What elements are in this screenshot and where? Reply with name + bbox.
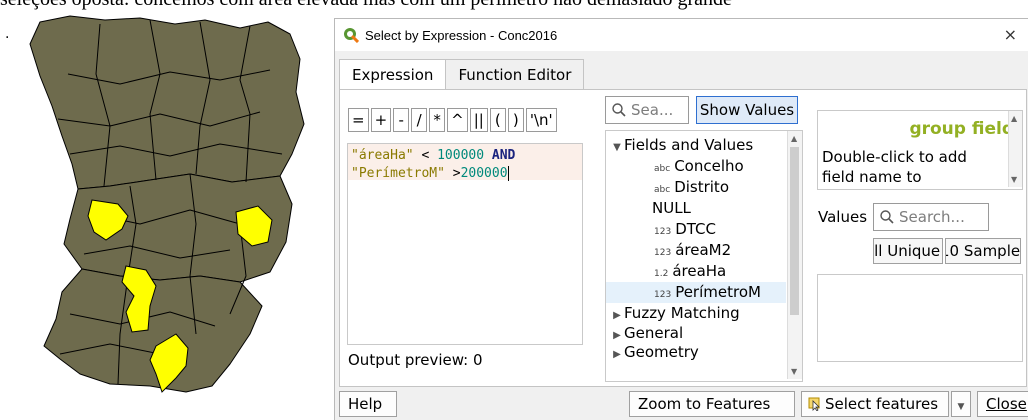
select-features-icon	[808, 397, 820, 412]
map-region-north	[29, 15, 305, 190]
help-button[interactable]: Help	[339, 391, 397, 417]
tree-group-label: General	[624, 324, 684, 342]
select-features-label: Select features	[825, 395, 939, 413]
tree-item-null[interactable]: NULL	[652, 198, 691, 219]
select-features-button[interactable]: Select features	[801, 391, 949, 417]
tree-group-geometry[interactable]: ▶ Geometry	[610, 342, 699, 363]
tree-scrollbar[interactable]: ▲ ▼	[787, 131, 802, 379]
function-search-input[interactable]: Sea...	[605, 96, 689, 124]
expression-pane: = + - / * ^ || ( ) '\n' "áreaHa" < 10000…	[339, 89, 1027, 387]
operator-toolbar: = + - / * ^ || ( ) '\n'	[348, 108, 557, 132]
tree-group-fields-and-values[interactable]: ▼ Fields and Values	[610, 135, 753, 156]
equals-operator-button[interactable]: =	[348, 108, 369, 132]
close-button[interactable]: Close	[977, 391, 1028, 417]
tab-bar: Expression Function Editor	[339, 59, 585, 92]
background-caption: seleções oposta: concelhos com área elev…	[0, 0, 1028, 11]
zoom-to-features-button[interactable]: Zoom to Features	[629, 391, 795, 417]
collapsed-arrow-icon: ▶	[613, 349, 621, 360]
values-search-input[interactable]: Search...	[873, 203, 989, 231]
values-label: Values	[818, 208, 868, 226]
search-icon	[612, 103, 626, 117]
expr-number-2: 200000	[460, 166, 508, 181]
tab-function-editor[interactable]: Function Editor	[445, 59, 585, 91]
plus-operator-button[interactable]: +	[370, 108, 392, 132]
concat-operator-button[interactable]: ||	[469, 108, 488, 132]
scroll-down-icon[interactable]: ▼	[1011, 175, 1017, 184]
tab-expression[interactable]: Expression	[339, 59, 447, 92]
expression-editor[interactable]: "áreaHa" < 100000 AND "PerímetroM" >2000…	[347, 143, 583, 345]
values-search-placeholder: Search...	[899, 208, 965, 226]
select-by-expression-dialog: Select by Expression - Conc2016 × Expres…	[334, 18, 1028, 420]
sample-label: 10 Sample	[945, 242, 1021, 260]
tree-field-perimetrom[interactable]: 123 PerímetroM	[606, 282, 786, 303]
tree-field-dtcc[interactable]: 123 DTCC	[654, 219, 716, 240]
help-panel: group field Double-click to add field nam…	[817, 110, 1023, 190]
chevron-down-icon: ▼	[957, 402, 965, 412]
tree-field-areaha[interactable]: 1.2 áreaHa	[654, 261, 726, 282]
title-bar: Select by Expression - Conc2016	[335, 19, 1028, 51]
scroll-down-icon[interactable]: ▼	[791, 367, 797, 376]
tree-field-label: áreaM2	[675, 241, 732, 259]
all-unique-label: All Unique	[874, 242, 941, 260]
help-text: Double-click to add field name to	[822, 147, 967, 187]
search-icon	[880, 210, 894, 224]
expr-op-greater: >	[444, 166, 461, 181]
tree-group-general[interactable]: ▶ General	[610, 323, 683, 344]
minus-operator-button[interactable]: -	[393, 108, 410, 132]
expr-op-less: <	[413, 148, 438, 163]
function-search-placeholder: Sea...	[631, 101, 674, 119]
tree-field-label: áreaHa	[672, 262, 727, 280]
divide-operator-button[interactable]: /	[411, 108, 428, 132]
help-text-line: field name to	[822, 168, 922, 186]
tree-field-label: DTCC	[675, 220, 716, 238]
map-marker: .	[5, 26, 10, 42]
tree-field-distrito[interactable]: abc Distrito	[654, 177, 729, 198]
select-features-dropdown[interactable]: ▼	[951, 391, 971, 417]
help-title: group field	[909, 119, 1014, 139]
multiply-operator-button[interactable]: *	[429, 108, 446, 132]
all-unique-button[interactable]: All Unique	[873, 238, 943, 264]
tree-group-fuzzy-matching[interactable]: ▶ Fuzzy Matching	[610, 303, 740, 324]
tree-field-concelho[interactable]: abc Concelho	[654, 156, 744, 177]
help-scrollbar[interactable]: ▲ ▼	[1008, 111, 1022, 187]
expr-number-1: 100000	[437, 148, 485, 163]
sample-button[interactable]: 10 Sample	[945, 238, 1021, 264]
scrollbar-thumb[interactable]	[790, 147, 799, 315]
tree-group-label: Fuzzy Matching	[624, 304, 740, 322]
expression-code: "áreaHa" < 100000 AND "PerímetroM" >2000…	[351, 147, 515, 183]
close-paren-button[interactable]: )	[507, 108, 524, 132]
scroll-up-icon[interactable]: ▲	[1011, 114, 1017, 123]
map-regions	[29, 15, 305, 393]
expr-field-perimetrom: "PerímetroM"	[351, 166, 445, 181]
output-preview: Output preview: 0	[348, 351, 483, 369]
tree-field-label: NULL	[652, 199, 691, 217]
window-title: Select by Expression - Conc2016	[365, 27, 558, 43]
tree-field-label: Distrito	[674, 178, 729, 196]
tree-field-label: Concelho	[674, 157, 744, 175]
open-paren-button[interactable]: (	[489, 108, 506, 132]
tree-field-label: PerímetroM	[675, 283, 761, 301]
tree-field-aream2[interactable]: 123 áreaM2	[654, 240, 731, 261]
values-list[interactable]	[817, 274, 1023, 362]
tree-group-label: Geometry	[624, 343, 699, 361]
tree-group-label: Fields and Values	[624, 136, 754, 154]
expr-field-areaha: "áreaHa"	[351, 148, 414, 163]
help-text-line: Double-click to add	[822, 148, 967, 166]
expanded-arrow-icon: ▼	[613, 142, 621, 153]
text-cursor	[507, 166, 509, 181]
show-values-button[interactable]: Show Values	[696, 96, 798, 124]
newline-operator-button[interactable]: '\n'	[525, 108, 557, 132]
municipality-map	[29, 15, 305, 393]
scroll-up-icon[interactable]: ▲	[791, 134, 797, 143]
qgis-logo-icon	[344, 28, 359, 43]
function-tree[interactable]: ▼ Fields and Values abc Concelho abc Distri…	[605, 130, 803, 382]
close-icon[interactable]: ×	[1004, 25, 1017, 44]
power-operator-button[interactable]: ^	[447, 108, 468, 132]
expr-keyword-and: AND	[484, 148, 516, 163]
